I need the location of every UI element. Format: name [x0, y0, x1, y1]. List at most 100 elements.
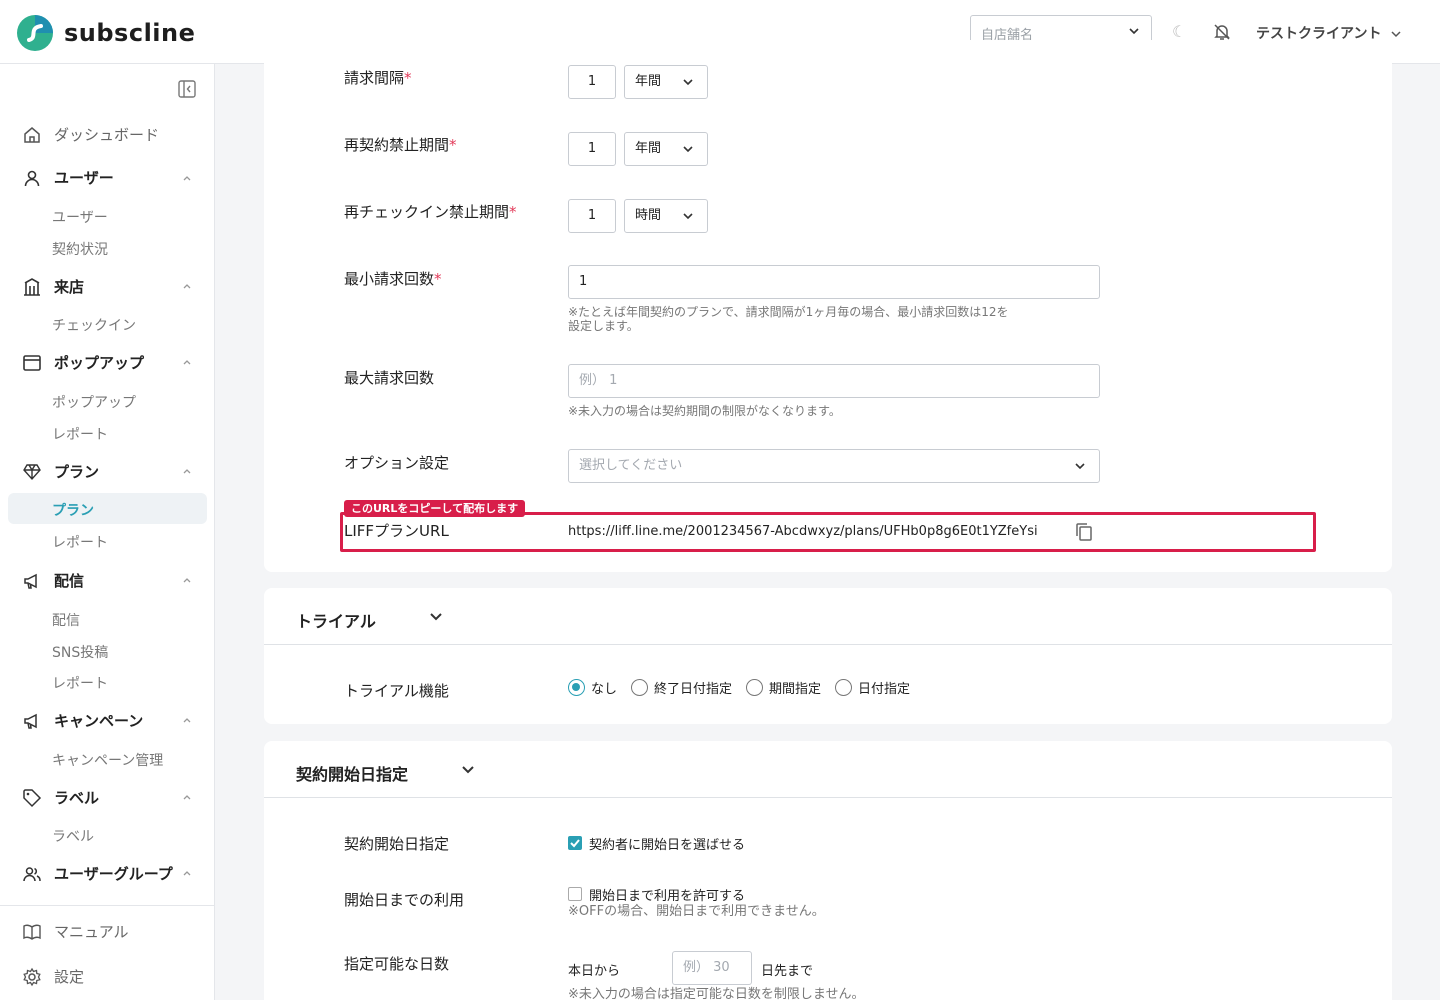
sidebar-group-label: ユーザーグループ [54, 865, 173, 883]
chevron-up-icon[interactable] [181, 574, 193, 586]
recheckin-ban-input[interactable]: 1 [568, 199, 616, 233]
selectable-days-suffix: 日先まで [761, 964, 814, 979]
sidebar-item-campaign-management[interactable]: キャンペーン管理 [52, 750, 163, 770]
bell-off-icon[interactable] [1212, 22, 1232, 42]
billing-interval-label: 請求間隔* [344, 69, 412, 87]
radio-icon [835, 679, 853, 696]
chevron-down-icon [683, 213, 693, 220]
radio-checked-icon [568, 679, 585, 696]
sidebar-group-label: キャンペーン [54, 712, 144, 730]
max-billing-label: 最大請求回数 [344, 369, 435, 387]
sidebar-item-plan[interactable]: プラン [8, 493, 207, 524]
sidebar-group-popup[interactable]: ポップアップ [22, 352, 144, 373]
book-icon [23, 924, 41, 940]
min-billing-label: 最小請求回数* [344, 270, 442, 288]
billing-interval-input[interactable]: 1 [568, 65, 616, 99]
sidebar-item-label: ダッシュボード [54, 126, 160, 144]
sidebar-item-popup[interactable]: ポップアップ [52, 392, 136, 412]
trial-option-none[interactable]: なし [568, 678, 617, 697]
recontract-ban-unit-select[interactable]: 年間 [624, 132, 708, 166]
sidebar-item-popup-report[interactable]: レポート [52, 424, 108, 444]
sidebar-item-delivery-report[interactable]: レポート [52, 673, 108, 693]
selectable-days-input[interactable]: 例） 30 [672, 951, 752, 985]
chevron-down-icon [1391, 31, 1401, 38]
chevron-down-icon[interactable] [428, 608, 444, 624]
chevron-up-icon[interactable] [181, 867, 193, 879]
sidebar-item-settings[interactable]: 設定 [22, 966, 84, 987]
recheckin-ban-unit-select[interactable]: 時間 [624, 199, 708, 233]
max-billing-input[interactable]: 例） 1 [568, 364, 1100, 398]
sidebar-item-manual[interactable]: マニュアル [22, 921, 129, 942]
logo[interactable]: subscline [16, 14, 195, 52]
options-select[interactable]: 選択してください [568, 449, 1100, 483]
logo-mark-icon [17, 15, 53, 51]
sidebar-group-users[interactable]: ユーザー [22, 167, 114, 188]
trial-feature-label: トライアル機能 [344, 682, 449, 700]
chevron-up-icon[interactable] [181, 714, 193, 726]
contract-start-card-header[interactable]: 契約開始日指定 [264, 741, 1392, 798]
usage-before-start-checkbox-label[interactable]: 開始日まで利用を許可する [589, 885, 745, 904]
sidebar-group-label[interactable]: ラベル [22, 787, 99, 808]
building-icon [24, 277, 40, 296]
chevron-up-icon[interactable] [181, 356, 193, 368]
contract-start-checkbox-label[interactable]: 契約者に開始日を選ばせる [589, 834, 745, 853]
sidebar-item-checkin[interactable]: チェックイン [52, 315, 136, 335]
billing-interval-unit-select[interactable]: 年間 [624, 65, 708, 99]
window-icon [23, 354, 41, 371]
trial-option-date[interactable]: 日付指定 [835, 678, 910, 697]
trial-option-end-date[interactable]: 終了日付指定 [631, 678, 732, 697]
checkbox-icon[interactable] [568, 887, 582, 901]
chevron-down-icon [683, 79, 693, 86]
logo-text: subscline [64, 19, 196, 47]
checkbox-checked-icon[interactable] [568, 836, 582, 850]
diamond-icon [23, 463, 41, 480]
sidebar-group-campaign[interactable]: キャンペーン [22, 710, 143, 731]
chevron-down-icon [1129, 28, 1139, 35]
chevron-down-icon [683, 146, 693, 153]
dark-mode-icon[interactable]: ☾ [1172, 22, 1186, 41]
sidebar-divider [0, 905, 215, 906]
radio-icon [746, 679, 764, 696]
sidebar-group-delivery[interactable]: 配信 [22, 570, 84, 591]
sidebar-item-plan-report[interactable]: レポート [52, 532, 108, 552]
sidebar-collapse-icon[interactable] [177, 79, 197, 99]
user-icon [24, 170, 40, 186]
trial-option-period[interactable]: 期間指定 [746, 678, 821, 697]
selectable-days-label: 指定可能な日数 [344, 955, 450, 973]
chevron-up-icon[interactable] [181, 465, 193, 477]
trial-title: トライアル [296, 612, 376, 631]
trial-card-header[interactable]: トライアル [264, 588, 1392, 645]
contract-start-row-label: 契約開始日指定 [344, 835, 450, 853]
users-icon [23, 866, 41, 881]
sidebar-item-delivery[interactable]: 配信 [52, 610, 80, 630]
copy-icon[interactable] [1075, 522, 1093, 542]
sidebar-group-visit[interactable]: 来店 [22, 276, 84, 297]
chevron-up-icon[interactable] [181, 280, 193, 292]
chevron-down-icon[interactable] [460, 761, 476, 777]
radio-icon [631, 679, 649, 696]
sidebar-item-dashboard[interactable]: ダッシュボード [22, 124, 159, 145]
recontract-ban-label: 再契約禁止期間* [344, 136, 457, 154]
min-billing-input[interactable]: 1 [568, 265, 1100, 299]
megaphone-icon [24, 573, 37, 589]
liff-url-value[interactable]: https://liff.line.me/2001234567-Abcdwxyz… [568, 524, 1038, 539]
sidebar-group-plan[interactable]: プラン [22, 461, 99, 482]
sidebar-item-labels[interactable]: ラベル [52, 826, 94, 846]
recontract-ban-input[interactable]: 1 [568, 132, 616, 166]
sidebar-group-label: プラン [54, 463, 100, 481]
selectable-days-hint: ※未入力の場合は指定可能な日数を制限しません。 [568, 987, 865, 1000]
sidebar-group-user-group[interactable]: ユーザーグループ [22, 863, 173, 884]
usage-before-start-hint: ※OFFの場合、開始日まで利用できません。 [568, 904, 825, 919]
contract-start-title: 契約開始日指定 [296, 765, 409, 784]
tag-icon [23, 788, 42, 807]
sidebar-item-label: マニュアル [54, 923, 129, 941]
chevron-up-icon[interactable] [181, 791, 193, 803]
options-label: オプション設定 [344, 454, 450, 472]
chevron-up-icon[interactable] [181, 172, 193, 184]
selectable-days-prefix: 本日から [568, 964, 621, 979]
chevron-down-icon [1075, 463, 1085, 470]
sidebar-item-users[interactable]: ユーザー [52, 207, 108, 227]
sidebar-item-sns-post[interactable]: SNS投稿 [52, 642, 108, 662]
sidebar-group-label: ポップアップ [54, 354, 145, 372]
sidebar-item-contract-status[interactable]: 契約状況 [52, 239, 108, 259]
